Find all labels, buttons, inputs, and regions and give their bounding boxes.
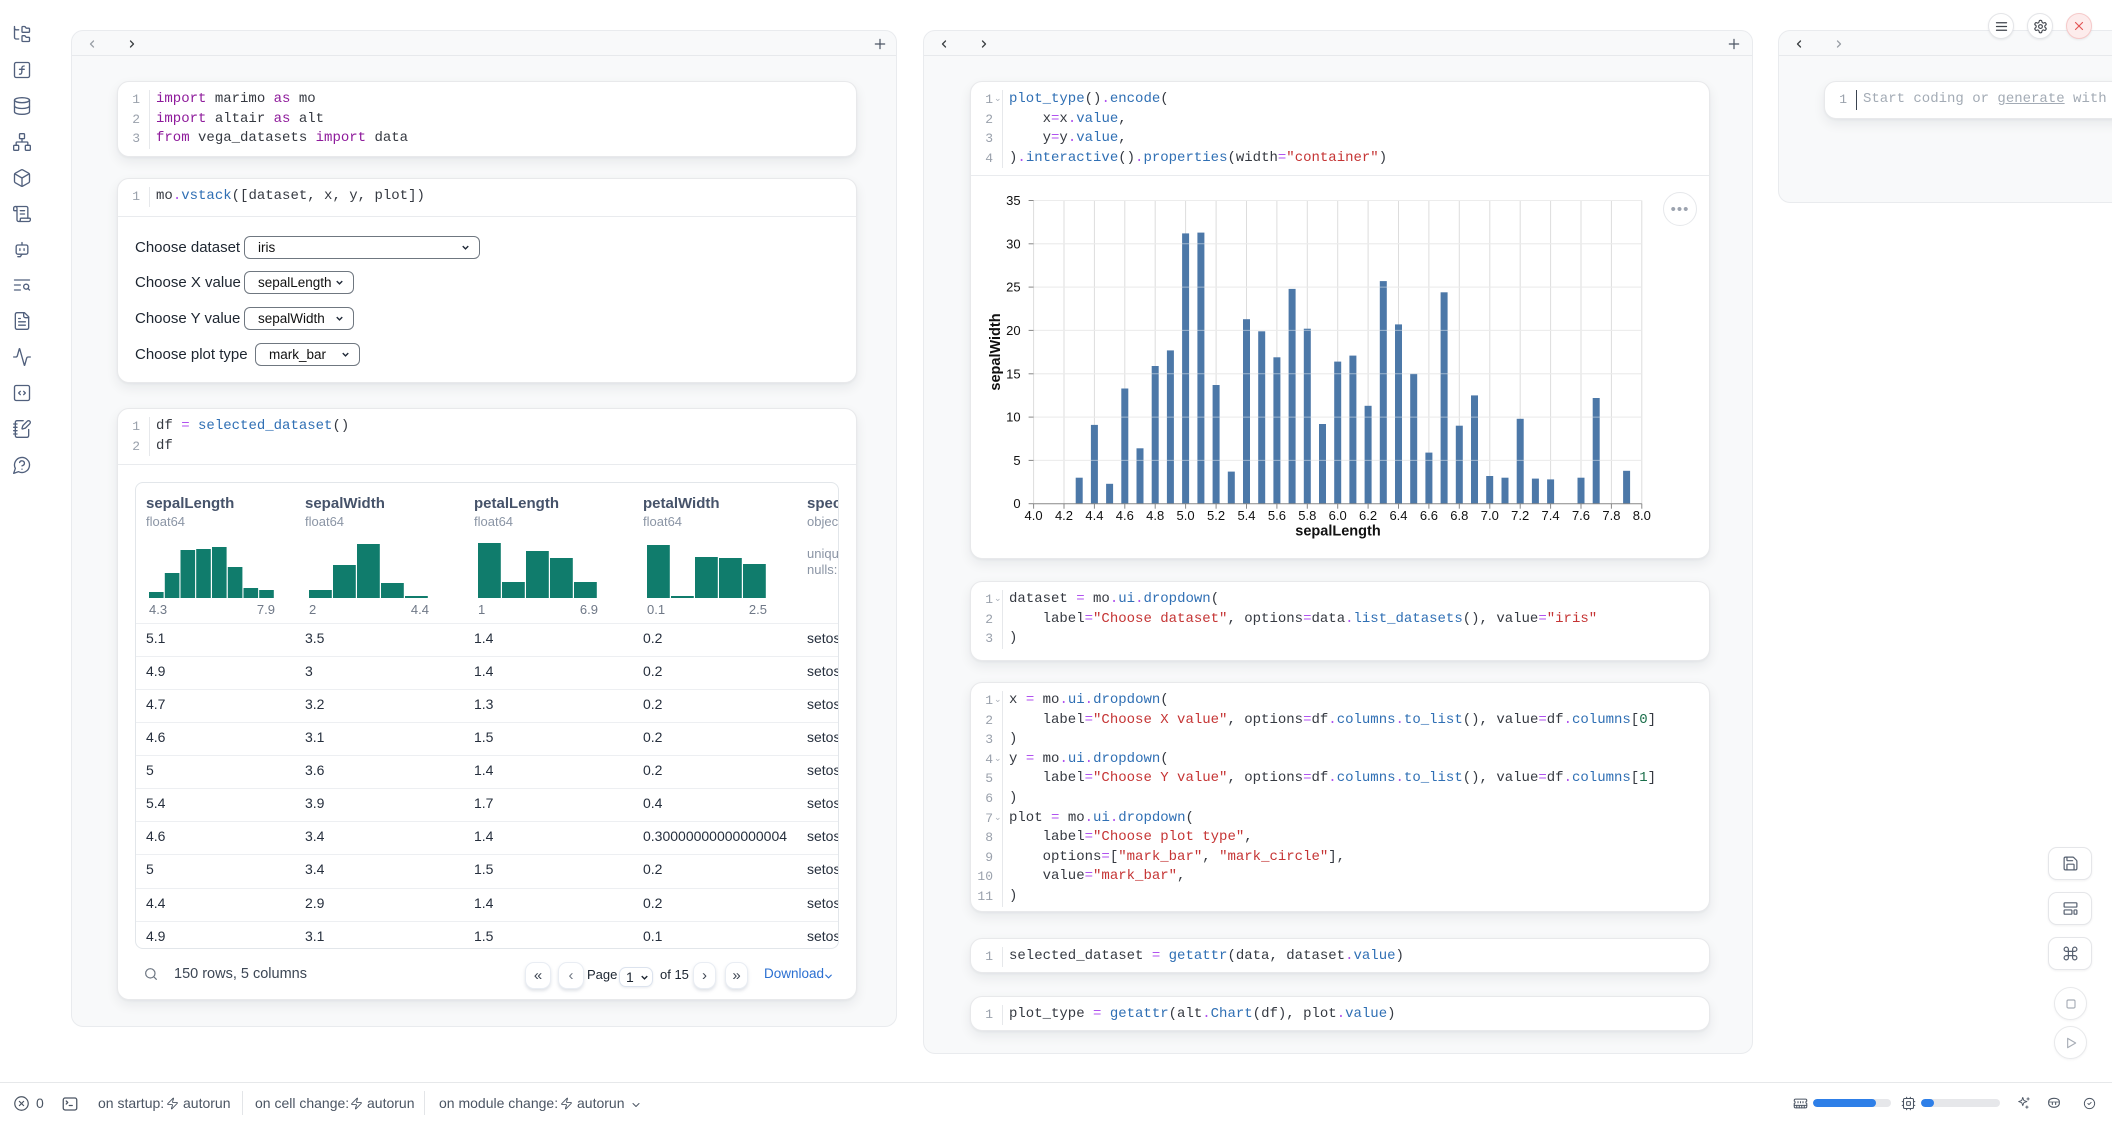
- svg-text:4.4: 4.4: [1085, 508, 1103, 523]
- svg-text:15: 15: [1006, 366, 1020, 381]
- svg-text:5.8: 5.8: [1298, 508, 1316, 523]
- svg-text:sepalWidth: sepalWidth: [988, 313, 1004, 390]
- svg-text:5: 5: [1013, 453, 1020, 468]
- svg-text:6.0: 6.0: [1329, 508, 1347, 523]
- svg-text:7.6: 7.6: [1572, 508, 1590, 523]
- svg-text:6.4: 6.4: [1389, 508, 1407, 523]
- svg-text:7.4: 7.4: [1542, 508, 1560, 523]
- svg-text:7.0: 7.0: [1481, 508, 1499, 523]
- svg-text:25: 25: [1006, 280, 1020, 295]
- svg-text:35: 35: [1006, 193, 1020, 208]
- svg-text:sepalLength: sepalLength: [1295, 524, 1380, 540]
- svg-text:7.8: 7.8: [1602, 508, 1620, 523]
- svg-text:30: 30: [1006, 236, 1020, 251]
- svg-text:5.6: 5.6: [1268, 508, 1286, 523]
- svg-text:5.2: 5.2: [1207, 508, 1225, 523]
- svg-text:4.2: 4.2: [1055, 508, 1073, 523]
- svg-text:4.6: 4.6: [1116, 508, 1134, 523]
- svg-text:4.8: 4.8: [1146, 508, 1164, 523]
- svg-text:20: 20: [1006, 323, 1020, 338]
- svg-text:6.8: 6.8: [1450, 508, 1468, 523]
- svg-text:5.0: 5.0: [1177, 508, 1195, 523]
- svg-text:10: 10: [1006, 410, 1020, 425]
- svg-text:4.0: 4.0: [1025, 508, 1043, 523]
- svg-text:7.2: 7.2: [1511, 508, 1529, 523]
- svg-text:0: 0: [1013, 496, 1020, 511]
- svg-text:6.2: 6.2: [1359, 508, 1377, 523]
- svg-text:8.0: 8.0: [1633, 508, 1651, 523]
- svg-text:6.6: 6.6: [1420, 508, 1438, 523]
- svg-text:5.4: 5.4: [1237, 508, 1255, 523]
